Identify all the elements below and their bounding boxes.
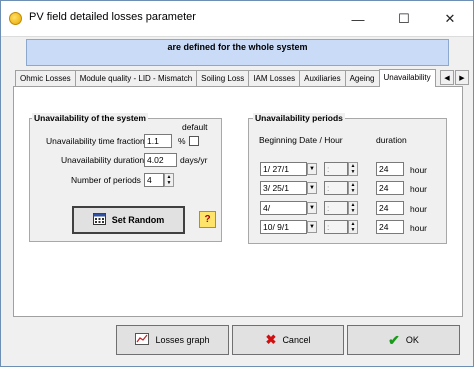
date-dropdown-button[interactable]: ▼	[307, 221, 317, 233]
period-date-input[interactable]: 1/ 27/1	[260, 162, 307, 176]
window-title: PV field detailed losses parameter	[29, 11, 196, 23]
unavailability-system-title: Unavailability of the system	[32, 113, 148, 123]
tab-soiling-loss[interactable]: Soiling Loss	[196, 70, 250, 87]
cancel-button[interactable]: ✖ Cancel	[232, 325, 344, 355]
beginning-date-header: Beginning Date / Hour	[259, 135, 343, 145]
period-hour-input[interactable]: :	[324, 201, 348, 215]
period-duration-input[interactable]: 24	[376, 181, 404, 195]
period-duration-unit: hour	[410, 184, 428, 194]
help-button[interactable]: ?	[199, 211, 216, 228]
date-dropdown-button[interactable]: ▼	[307, 163, 317, 175]
unavailability-periods-title: Unavailability periods	[253, 113, 345, 123]
ok-check-icon: ✔	[388, 331, 400, 348]
tab-auxiliaries[interactable]: Auxiliaries	[299, 70, 346, 87]
tab-strip: Ohmic Losses Module quality - LID - Mism…	[15, 69, 436, 87]
losses-parameter-dialog: PV field detailed losses parameter — ☐ ✕…	[0, 0, 474, 367]
duration-unit: days/yr	[180, 155, 208, 165]
cancel-label: Cancel	[282, 335, 311, 345]
minimize-button[interactable]: —	[335, 1, 381, 37]
duration-label: Unavailability duration	[61, 155, 145, 165]
tab-ohmic-losses[interactable]: Ohmic Losses	[15, 70, 76, 87]
period-duration-input[interactable]: 24	[376, 162, 404, 176]
period-duration-unit: hour	[410, 204, 428, 214]
hour-spinner[interactable]: ▲ ▼	[348, 181, 358, 195]
fraction-input[interactable]: 1.1	[144, 134, 172, 148]
period-duration-input[interactable]: 24	[376, 220, 404, 234]
period-duration-unit: hour	[410, 165, 428, 175]
tab-scroll-left-button[interactable]: ◀	[440, 70, 454, 85]
fraction-unit: %	[178, 136, 186, 146]
set-random-button[interactable]: Set Random	[72, 206, 185, 234]
cancel-x-icon: ✖	[265, 332, 277, 347]
tab-module-quality[interactable]: Module quality - LID - Mismatch	[74, 70, 198, 87]
duration-input[interactable]: 4.02	[144, 153, 177, 167]
title-bar: PV field detailed losses parameter — ☐ ✕	[1, 1, 473, 37]
hour-spinner[interactable]: ▲ ▼	[348, 220, 358, 234]
date-dropdown-button[interactable]: ▼	[307, 182, 317, 194]
losses-graph-label: Losses graph	[155, 335, 210, 345]
maximize-button[interactable]: ☐	[381, 1, 427, 37]
period-date-input[interactable]: 10/ 9/1	[260, 220, 307, 234]
ok-label: OK	[405, 335, 419, 345]
period-hour-input[interactable]: :	[324, 181, 348, 195]
chart-icon	[135, 333, 150, 347]
tab-iam-losses[interactable]: IAM Losses	[248, 70, 301, 87]
default-checkbox[interactable]	[189, 136, 199, 146]
info-banner: are defined for the whole system	[26, 39, 449, 66]
duration-header: duration	[376, 135, 407, 145]
hour-spinner[interactable]: ▲ ▼	[348, 162, 358, 176]
close-button[interactable]: ✕	[427, 1, 473, 37]
fraction-label: Unavailability time fraction	[46, 136, 145, 146]
tab-scroll-right-button[interactable]: ▶	[455, 70, 469, 85]
periods-spinner[interactable]: ▲ ▼	[164, 173, 174, 187]
calendar-icon	[92, 213, 106, 227]
default-label: default	[182, 122, 208, 132]
period-date-input[interactable]: 4/	[260, 201, 307, 215]
period-date-input[interactable]: 3/ 25/1	[260, 181, 307, 195]
tab-ageing[interactable]: Ageing	[344, 70, 380, 87]
period-duration-input[interactable]: 24	[376, 201, 404, 215]
tab-unavailability[interactable]: Unavailability	[378, 69, 436, 87]
periods-label: Number of periods	[71, 175, 141, 185]
period-hour-input[interactable]: :	[324, 220, 348, 234]
pvsyst-app-icon	[9, 12, 22, 25]
losses-graph-button[interactable]: Losses graph	[116, 325, 229, 355]
period-duration-unit: hour	[410, 223, 428, 233]
date-dropdown-button[interactable]: ▼	[307, 202, 317, 214]
hour-spinner[interactable]: ▲ ▼	[348, 201, 358, 215]
periods-input[interactable]: 4	[144, 173, 164, 187]
period-hour-input[interactable]: :	[324, 162, 348, 176]
banner-text: are defined for the whole system	[167, 42, 308, 52]
ok-button[interactable]: ✔ OK	[347, 325, 460, 355]
set-random-label: Set Random	[111, 215, 165, 225]
